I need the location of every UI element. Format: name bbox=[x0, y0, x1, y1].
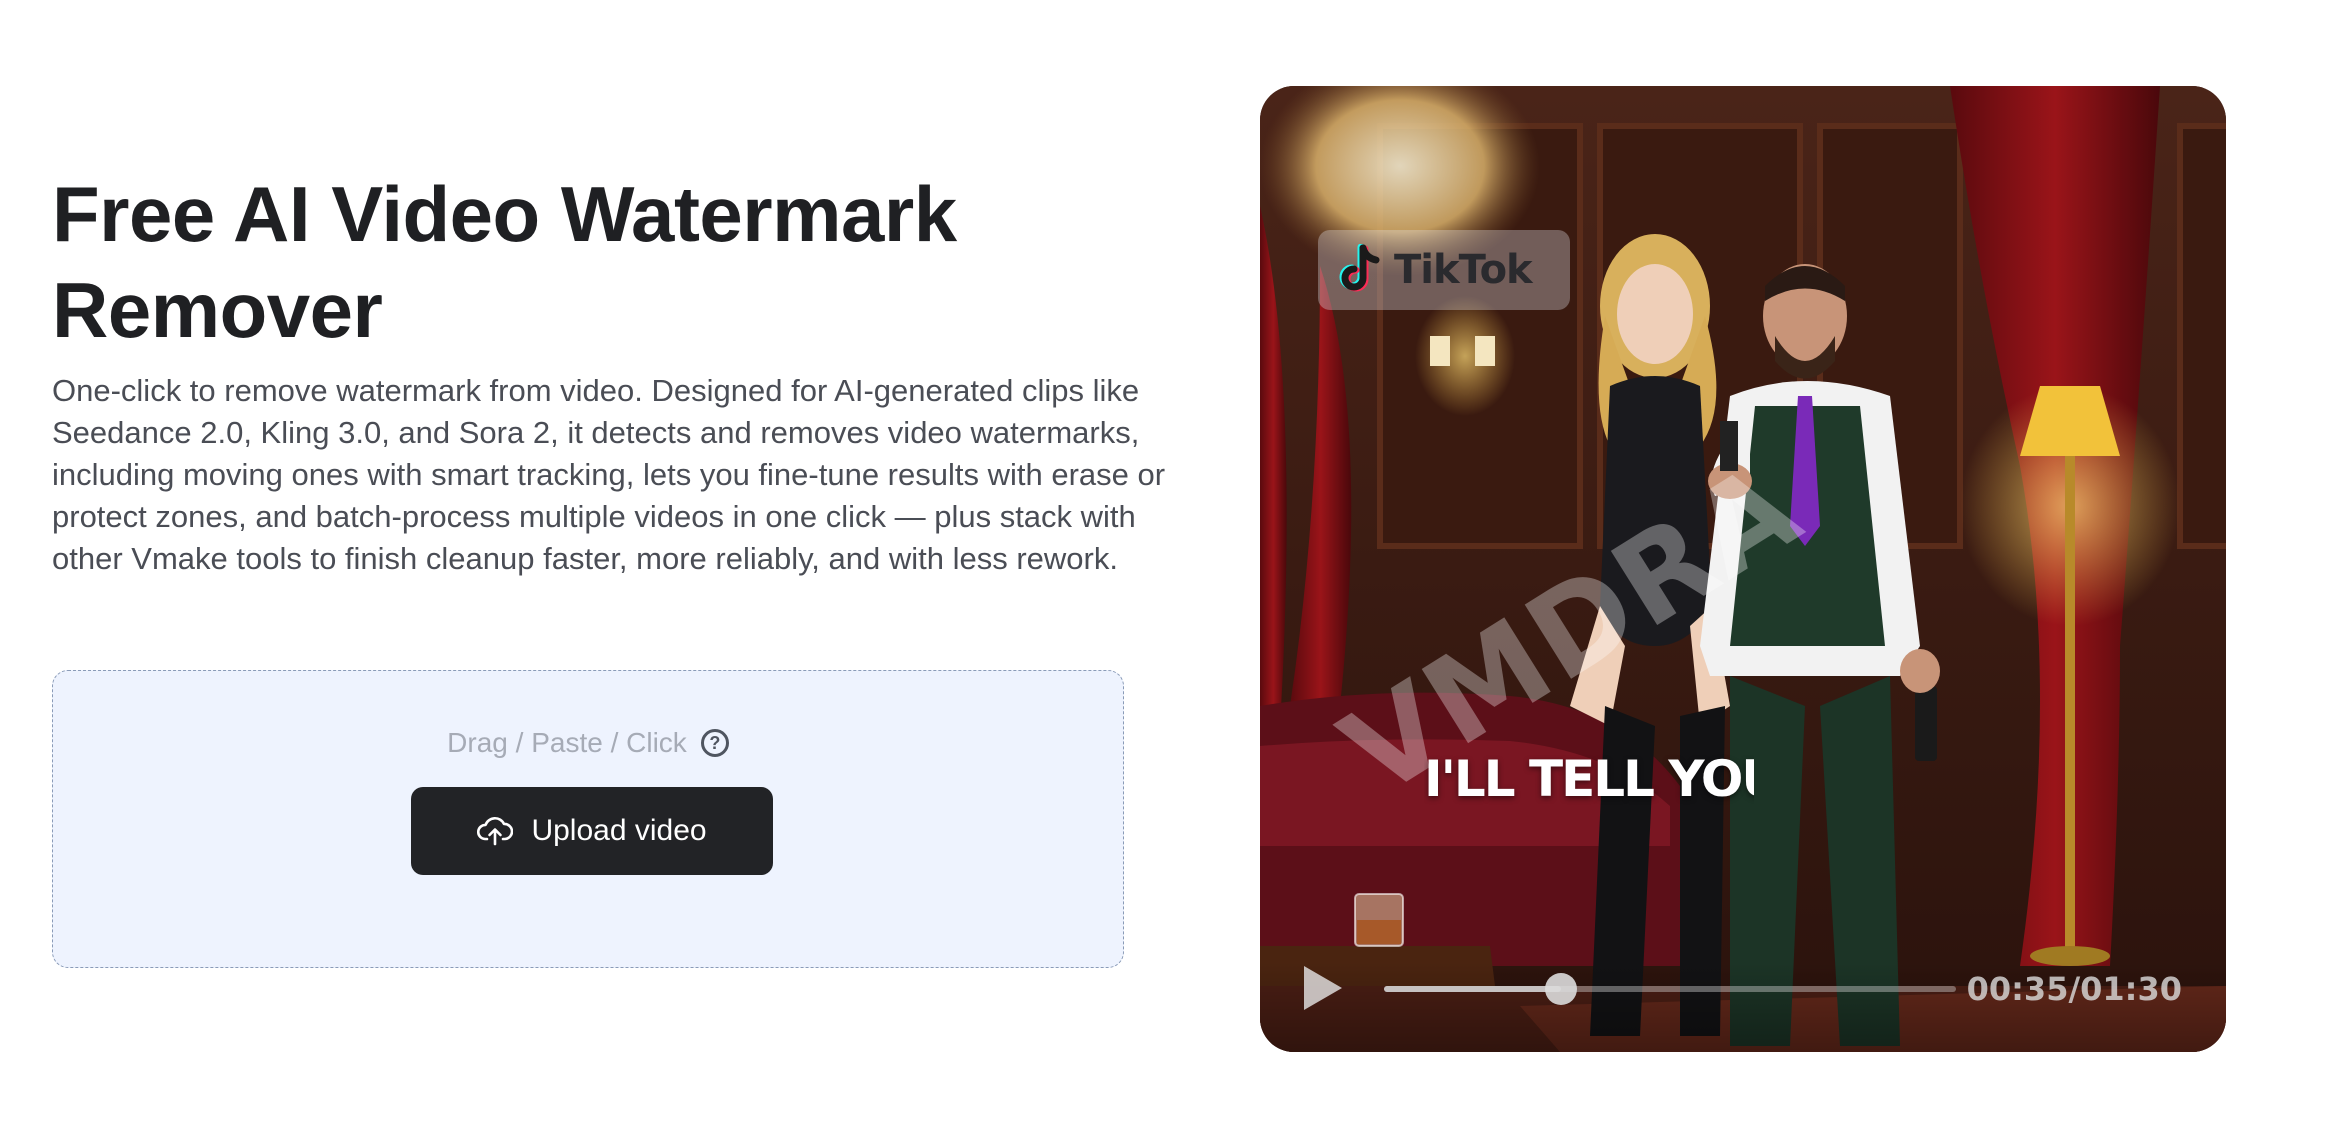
upload-dropzone[interactable]: Drag / Paste / Click ? Upload video bbox=[52, 670, 1124, 968]
video-caption: I'LL TELL YOU bbox=[1424, 750, 1754, 808]
page-title: Free AI Video Watermark Remover bbox=[52, 170, 957, 354]
time-readout: 00:35/01:30 bbox=[1966, 970, 2182, 1008]
upload-video-button[interactable]: Upload video bbox=[411, 787, 773, 875]
progress-fill bbox=[1384, 986, 1562, 992]
tiktok-watermark-text: TikTok bbox=[1394, 247, 1533, 293]
page: Free AI Video Watermark Remover One-clic… bbox=[0, 0, 2334, 1148]
hero-description: One-click to remove watermark from video… bbox=[52, 373, 1166, 576]
upload-hint-text: Drag / Paste / Click bbox=[447, 727, 687, 758]
video-preview[interactable]: TikTok VMDRA I'LL TELL YOU 00:35/01:30 bbox=[1260, 86, 2226, 1052]
play-icon[interactable] bbox=[1304, 966, 1342, 1010]
progress-slider[interactable] bbox=[1384, 973, 1956, 1005]
upload-button-label: Upload video bbox=[531, 814, 707, 847]
tiktok-logo-icon bbox=[1339, 244, 1380, 292]
tiktok-watermark: TikTok bbox=[1318, 230, 1570, 310]
cloud-upload-icon bbox=[477, 815, 514, 847]
upload-hint: Drag / Paste / Click ? bbox=[53, 727, 1123, 759]
question-circle-icon[interactable]: ? bbox=[700, 729, 729, 757]
